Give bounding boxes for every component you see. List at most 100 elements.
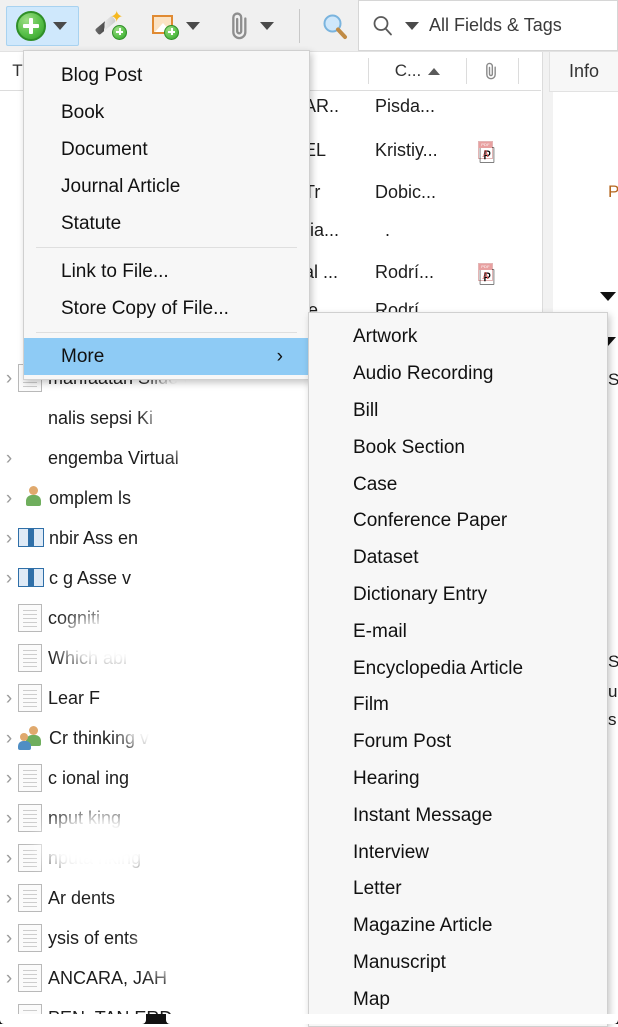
search-box[interactable]: All Fields & Tags [358,0,618,51]
table-row[interactable]: Kristiy... [375,140,438,161]
submenu-item-encyclopedia-article[interactable]: Encyclopedia Article [309,650,607,687]
submenu-item-conference-paper[interactable]: Conference Paper [309,503,607,540]
document-icon [18,684,42,712]
submenu-item-audio-recording[interactable]: Audio Recording [309,356,607,393]
list-item-label: c ional ing [48,767,130,788]
menu-item-label: Blog Post [61,64,143,86]
chevron-down-icon[interactable] [186,21,200,30]
document-icon [18,604,42,632]
submenu-item-letter[interactable]: Letter [309,871,607,908]
menu-item-book[interactable]: Book [24,94,309,131]
overlay-blur [205,432,325,592]
submenu-item-book-section[interactable]: Book Section [309,429,607,466]
expander-chevron-icon[interactable]: › [0,929,18,948]
magic-wand-add-icon: ✦ [94,9,127,42]
submenu-item-dataset[interactable]: Dataset [309,540,607,577]
submenu-item-label: Instant Message [353,804,493,826]
add-image-attachment-icon [149,12,179,40]
column-divider[interactable] [518,58,519,84]
chevron-down-icon[interactable] [260,21,274,30]
menu-item-blog-post[interactable]: Blog Post [24,57,309,94]
expander-chevron-icon[interactable]: › [0,849,18,868]
menu-item-link-to-file[interactable]: Link to File... [24,253,309,290]
chevron-down-icon[interactable] [53,21,67,30]
expander-chevron-icon[interactable]: › [0,889,18,908]
document-icon [18,764,42,792]
submenu-item-forum-post[interactable]: Forum Post [309,724,607,761]
list-item-label: ANCARA, JAH [48,967,168,988]
list-item-label: omplem ls [49,487,132,508]
submenu-item-interview[interactable]: Interview [309,834,607,871]
add-item-by-identifier-button[interactable]: ✦ [91,6,131,46]
chevron-down-icon[interactable] [405,21,419,30]
menu-item-label: Store Copy of File... [61,297,229,319]
new-item-plus-icon [16,10,46,41]
submenu-item-map[interactable]: Map [309,981,607,1018]
book-icon [18,526,44,550]
expander-chevron-icon[interactable]: › [0,449,18,468]
add-image-attachment-button[interactable] [145,6,211,46]
menu-item-store-copy-of-file[interactable]: Store Copy of File... [24,290,309,327]
list-item-label: c g Asse v [49,567,132,588]
column-header-title-label: T [12,61,23,80]
info-field-value: S [608,370,618,389]
menu-item-document[interactable]: Document [24,131,309,168]
submenu-item-label: Interview [353,841,430,863]
list-item[interactable]: › Ar dents [0,878,330,918]
expander-chevron-icon[interactable]: › [0,809,18,828]
submenu-item-magazine-article[interactable]: Magazine Article [309,908,607,945]
menu-item-label: Book [61,101,105,123]
submenu-item-hearing[interactable]: Hearing [309,761,607,798]
menu-separator [36,332,297,333]
column-header-attachment[interactable] [466,52,516,90]
pdf-attachment-icon[interactable]: A [478,141,493,160]
search-scope-label[interactable]: All Fields & Tags [429,15,562,36]
table-row[interactable]: . [385,220,390,241]
tab-info[interactable]: Info [549,52,618,92]
paperclip-icon [486,62,496,80]
table-row[interactable]: Dobic... [375,182,436,203]
presentation-icon [18,485,44,511]
column-header-creator[interactable]: C... [370,52,465,90]
expander-chevron-icon[interactable]: › [0,769,18,788]
table-row[interactable]: Pisda... [375,96,435,117]
submenu-item-film[interactable]: Film [309,687,607,724]
expander-chevron-icon[interactable]: › [0,969,18,988]
expander-chevron-icon[interactable]: › [0,729,18,748]
submenu-item-label: Letter [353,878,402,900]
search-icon [371,14,395,38]
menu-item-more[interactable]: More › [24,338,309,375]
collapse-section-icon[interactable] [600,292,616,301]
advanced-search-button[interactable] [316,6,352,46]
submenu-item-e-mail[interactable]: E-mail [309,613,607,650]
info-field-value: P [608,182,618,201]
expander-chevron-icon[interactable]: › [0,489,18,508]
menu-item-statute[interactable]: Statute [24,205,309,242]
submenu-item-bill[interactable]: Bill [309,393,607,430]
tab-info-label: Info [568,61,600,81]
expander-chevron-icon[interactable]: › [0,569,18,588]
expander-chevron-icon[interactable]: › [0,529,18,548]
column-divider[interactable] [368,58,369,84]
window-bottom-edge [0,1014,618,1024]
menu-item-journal-article[interactable]: Journal Article [24,168,309,205]
submenu-item-case[interactable]: Case [309,466,607,503]
submenu-item-artwork[interactable]: Artwork [309,319,607,356]
add-attachment-button[interactable] [221,6,285,46]
submenu-item-manuscript[interactable]: Manuscript [309,945,607,982]
expander-chevron-icon[interactable]: › [0,689,18,708]
list-item-label: nbir Ass en [49,527,139,548]
list-item-label: Lear F [48,687,101,708]
list-item-label: ysis of ents [48,927,139,948]
expander-chevron-icon[interactable]: › [0,369,18,388]
table-row[interactable]: Rodrí... [375,262,434,283]
submenu-item-dictionary-entry[interactable]: Dictionary Entry [309,577,607,614]
people-icon [18,725,44,751]
document-icon [18,924,42,952]
list-item-label: nalis sepsi Ki [48,407,154,428]
pdf-attachment-icon[interactable]: A [478,263,493,282]
more-item-types-submenu: Artwork Audio Recording Bill Book Sectio… [308,312,608,1027]
submenu-item-instant-message[interactable]: Instant Message [309,797,607,834]
new-item-button[interactable] [6,5,79,46]
info-field-value: s [608,710,617,729]
